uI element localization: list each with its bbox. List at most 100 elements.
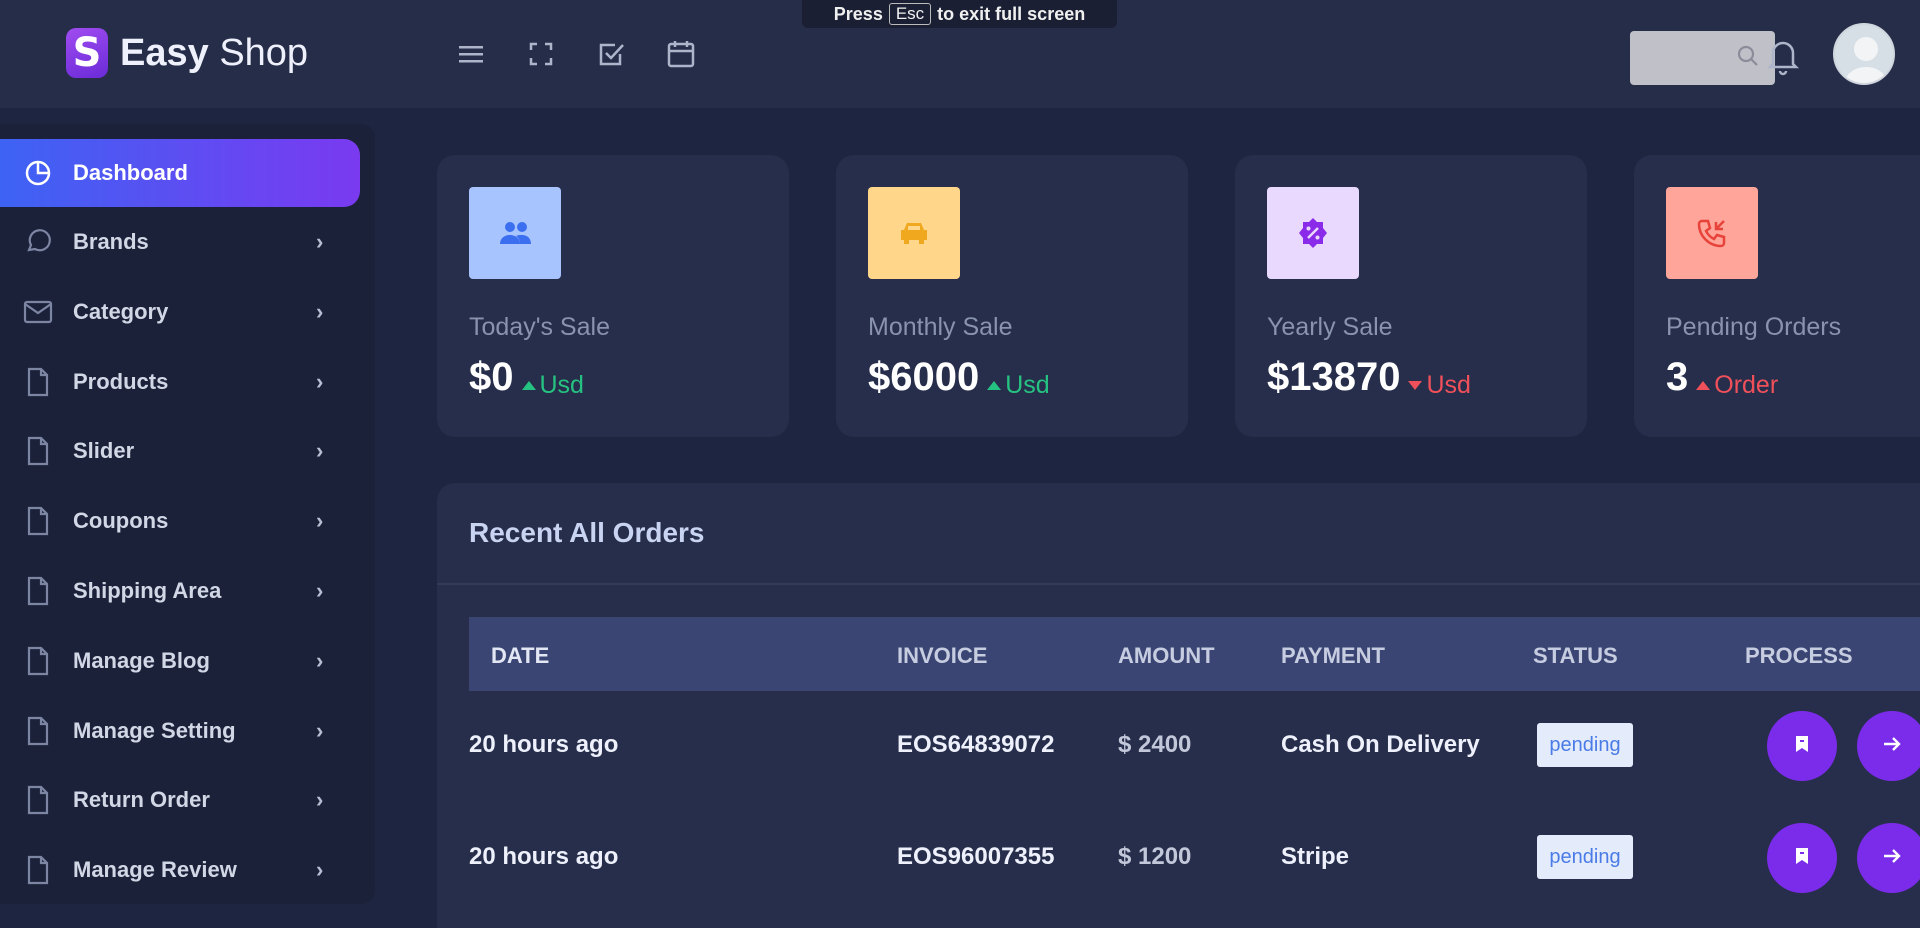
- stat-card-yearly-sale: Yearly Sale $13870 Usd: [1235, 155, 1587, 437]
- panel-title: Recent All Orders: [469, 517, 705, 548]
- chevron-right-icon: ›: [316, 229, 324, 254]
- sidebar-item-coupons[interactable]: Coupons ›: [0, 487, 360, 555]
- divider: [437, 583, 1920, 585]
- sidebar-item-products[interactable]: Products ›: [0, 348, 360, 416]
- order-payment: Cash On Delivery: [1281, 731, 1480, 758]
- sidebar-item-brands[interactable]: Brands ›: [0, 208, 360, 276]
- stat-label: Pending Orders: [1666, 313, 1842, 341]
- recent-orders-panel: Recent All Orders DATE INVOICE AMOUNT PA…: [437, 483, 1920, 928]
- stat-value-row: $6000 Usd: [868, 355, 1050, 400]
- sidebar-item-label: Products: [73, 369, 169, 394]
- view-order-button[interactable]: [1857, 823, 1920, 893]
- file-icon: [22, 645, 54, 677]
- users-icon: [469, 187, 561, 279]
- sidebar-item-manage-blog[interactable]: Manage Blog ›: [0, 627, 360, 695]
- stat-trend: Usd: [521, 371, 584, 400]
- sidebar-item-return-order[interactable]: Return Order ›: [0, 766, 360, 834]
- trend-up-icon: [987, 381, 1002, 390]
- stat-value: $6000: [868, 355, 980, 399]
- stat-value: $0: [469, 355, 514, 399]
- search-icon[interactable]: [1737, 45, 1759, 72]
- stat-value-row: 3 Order: [1666, 355, 1778, 400]
- file-icon: [22, 435, 54, 467]
- stat-trend: Order: [1696, 371, 1778, 400]
- sidebar-item-slider[interactable]: Slider ›: [0, 417, 360, 485]
- sidebar-item-label: Dashboard: [73, 160, 188, 185]
- stat-value: 3: [1666, 355, 1689, 399]
- sidebar-item-manage-setting[interactable]: Manage Setting ›: [0, 697, 360, 765]
- sidebar: Dashboard Brands › Category › Products ›…: [0, 124, 375, 904]
- order-date: 20 hours ago: [469, 843, 619, 870]
- sidebar-item-shipping-area[interactable]: Shipping Area ›: [0, 557, 360, 625]
- stat-value-row: $0 Usd: [469, 355, 584, 400]
- logo-mark: S: [66, 28, 108, 78]
- view-order-button[interactable]: [1857, 711, 1920, 781]
- stat-value: $13870: [1267, 355, 1401, 399]
- order-amount: $ 1200: [1118, 843, 1192, 870]
- brand-name: Easy Shop: [120, 32, 308, 75]
- table-header: DATE INVOICE AMOUNT PAYMENT STATUS PROCE…: [469, 617, 1920, 691]
- bell-icon[interactable]: [1765, 36, 1801, 76]
- stat-value-row: $13870 Usd: [1267, 355, 1471, 400]
- stat-unit: Usd: [539, 371, 584, 399]
- column-header-invoice: INVOICE: [897, 643, 988, 668]
- stat-unit: Usd: [1005, 371, 1050, 399]
- stat-card-monthly-sale: Monthly Sale $6000 Usd: [836, 155, 1188, 437]
- sidebar-item-label: Manage Blog: [73, 648, 210, 673]
- column-header-payment: PAYMENT: [1281, 643, 1385, 668]
- chevron-right-icon: ›: [316, 648, 324, 673]
- discount-icon: [1267, 187, 1359, 279]
- trend-down-icon: [1408, 381, 1423, 390]
- calendar-icon[interactable]: [665, 38, 697, 70]
- chevron-right-icon: ›: [316, 787, 324, 812]
- column-header-amount: AMOUNT: [1118, 643, 1215, 668]
- bookmark-icon: [1795, 735, 1809, 758]
- brand-name-strong: Easy: [120, 31, 209, 74]
- chat-icon: [22, 226, 54, 258]
- invoice-button[interactable]: [1767, 711, 1837, 781]
- stat-trend: Usd: [1408, 371, 1471, 400]
- chevron-right-icon: ›: [316, 578, 324, 603]
- invoice-button[interactable]: [1767, 823, 1837, 893]
- status-badge: pending: [1537, 723, 1633, 767]
- column-header-status: STATUS: [1533, 643, 1618, 668]
- bookmark-icon: [1795, 847, 1809, 870]
- stat-label: Yearly Sale: [1267, 313, 1393, 341]
- fullscreen-hint-key: Esc: [888, 3, 932, 25]
- file-icon: [22, 715, 54, 747]
- trend-up-icon: [1696, 381, 1711, 390]
- file-icon: [22, 366, 54, 398]
- sidebar-item-dashboard[interactable]: Dashboard: [0, 139, 360, 207]
- fullscreen-hint: Press Esc to exit full screen: [802, 0, 1117, 28]
- brand-logo[interactable]: S Easy Shop: [66, 28, 308, 78]
- stat-label: Today's Sale: [469, 313, 610, 341]
- fullscreen-icon[interactable]: [525, 38, 557, 70]
- arrow-right-icon: [1882, 735, 1902, 758]
- table-row: 20 hours ago EOS96007355 $ 1200 Stripe p…: [469, 803, 1920, 913]
- sidebar-item-label: Return Order: [73, 787, 210, 812]
- trend-up-icon: [521, 381, 536, 390]
- checkbox-icon[interactable]: [595, 38, 627, 70]
- avatar[interactable]: [1833, 23, 1895, 85]
- column-header-process: PROCESS: [1745, 643, 1853, 668]
- stat-trend: Usd: [987, 371, 1050, 400]
- file-icon: [22, 784, 54, 816]
- search-input[interactable]: [1630, 31, 1775, 85]
- chevron-right-icon: ›: [316, 718, 324, 743]
- stat-label: Monthly Sale: [868, 313, 1013, 341]
- file-icon: [22, 505, 54, 537]
- file-icon: [22, 575, 54, 607]
- stat-card-pending-orders: Pending Orders 3 Order: [1634, 155, 1920, 437]
- sidebar-item-category[interactable]: Category ›: [0, 278, 360, 346]
- arrow-right-icon: [1882, 847, 1902, 870]
- fullscreen-hint-prefix: Press: [833, 3, 883, 24]
- stat-card-todays-sale: Today's Sale $0 Usd: [437, 155, 789, 437]
- table-row: 20 hours ago EOS64839072 $ 2400 Cash On …: [469, 691, 1920, 801]
- menu-icon[interactable]: [455, 38, 487, 70]
- sidebar-item-label: Brands: [73, 229, 149, 254]
- file-icon: [22, 854, 54, 886]
- pie-chart-icon: [22, 157, 54, 189]
- status-badge: pending: [1537, 835, 1633, 879]
- sidebar-item-label: Manage Review: [73, 857, 237, 882]
- sidebar-item-manage-review[interactable]: Manage Review ›: [0, 836, 360, 904]
